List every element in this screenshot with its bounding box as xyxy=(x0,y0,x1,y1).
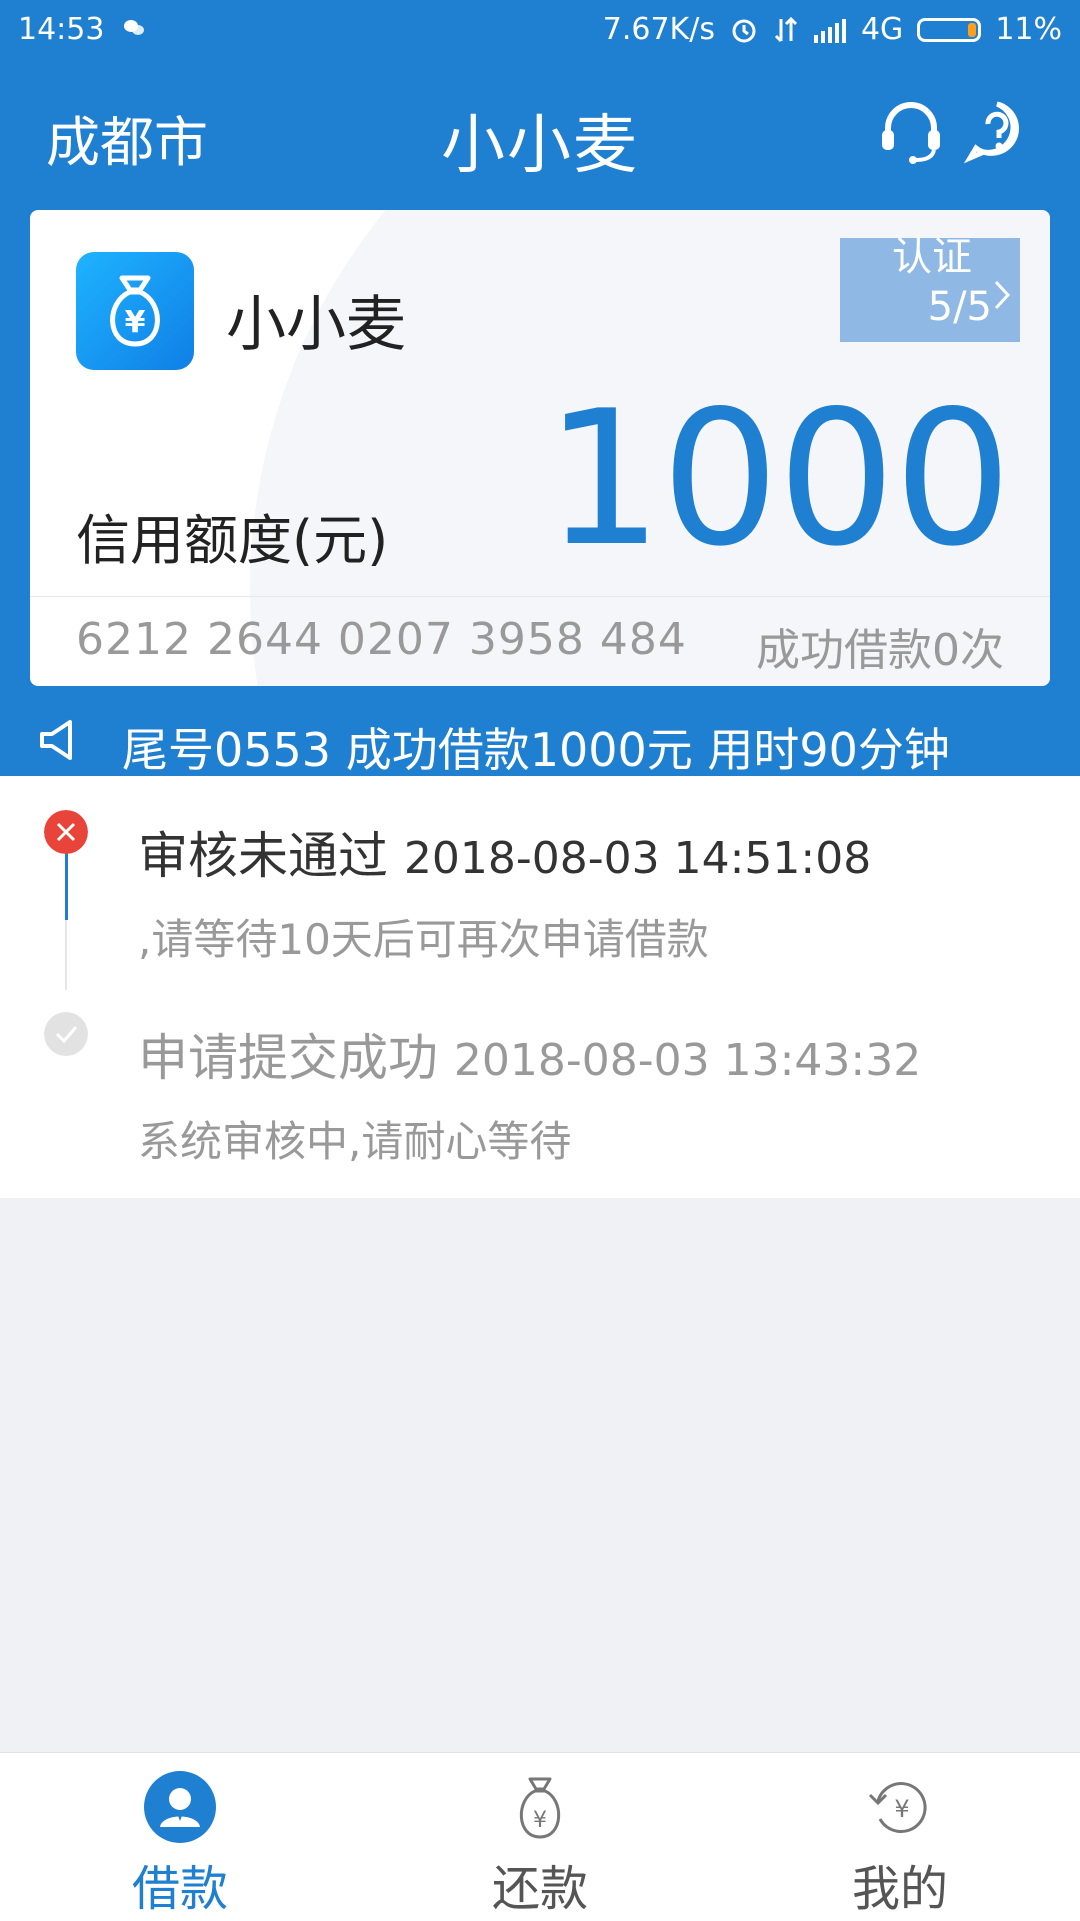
tab-mine[interactable]: ¥ 我的 xyxy=(720,1753,1080,1921)
timeline-title: 申请提交成功 2018-08-03 13:43:32 xyxy=(138,1018,921,1090)
svg-text:¥: ¥ xyxy=(533,1808,547,1833)
refresh-yen-icon: ¥ xyxy=(868,1782,927,1833)
timeline-timestamp: 2018-08-03 13:43:32 xyxy=(453,1035,922,1086)
customer-service-icon[interactable] xyxy=(876,96,946,166)
tab-loan[interactable]: 借款 xyxy=(0,1753,360,1921)
verify-label: 认证 xyxy=(892,238,972,280)
status-time: 14:53 xyxy=(18,12,105,47)
card-divider xyxy=(30,596,1050,597)
success-loan-count: 成功借款0次 xyxy=(756,625,1004,676)
network-type: 4G xyxy=(860,12,904,47)
verify-badge[interactable]: 认证 5/5 xyxy=(840,238,1020,342)
notice-bar: 尾号0553 成功借款1000元 用时90分钟 xyxy=(0,706,1080,777)
credit-limit-label: 信用额度(元) xyxy=(76,509,389,572)
speaker-icon xyxy=(40,720,72,760)
tab-label: 借款 xyxy=(131,1861,228,1917)
timeline-status: 申请提交成功 xyxy=(138,1029,438,1087)
credit-card-panel: ¥ 小小麦 认证 5/5 信用额度(元) 1000 6212 2644 0207… xyxy=(30,210,1050,686)
battery-percent: 11% xyxy=(995,12,1062,47)
check-icon xyxy=(44,1012,88,1056)
user-icon xyxy=(144,1771,216,1843)
svg-text:¥: ¥ xyxy=(894,1795,909,1823)
network-speed: 7.67K/s xyxy=(602,12,715,47)
status-bar: 14:53 7.67K/s 4G 11% xyxy=(0,0,1080,60)
help-icon[interactable] xyxy=(962,96,1032,166)
timeline-desc: ,请等待10天后可再次申请借款 xyxy=(138,915,709,964)
timeline-line-inactive xyxy=(65,920,67,990)
tab-label: 我的 xyxy=(851,1861,948,1917)
data-transfer-icon xyxy=(774,16,798,42)
app-name: 小小麦 xyxy=(226,290,406,360)
verify-count: 5/5 xyxy=(927,284,992,330)
battery-icon xyxy=(917,17,982,42)
nav-bar: 成都市 小小麦 xyxy=(0,70,1080,190)
timeline-desc: 系统审核中,请耐心等待 xyxy=(138,1117,572,1166)
notice-text: 尾号0553 成功借款1000元 用时90分钟 xyxy=(122,723,950,777)
tab-bar: 借款 ¥ 还款 ¥ 我的 xyxy=(0,1752,1080,1921)
timeline-title: 审核未通过 2018-08-03 14:51:08 xyxy=(138,816,871,888)
tab-repay[interactable]: ¥ 还款 xyxy=(360,1753,720,1921)
money-bag-icon: ¥ xyxy=(519,1777,561,1839)
credit-limit-value: 1000 xyxy=(544,370,1012,587)
chevron-right-icon xyxy=(994,280,1011,310)
error-icon xyxy=(44,810,88,854)
signal-icon xyxy=(813,18,846,43)
svg-text:¥: ¥ xyxy=(125,305,146,340)
wechat-icon xyxy=(124,20,144,35)
app-logo: ¥ xyxy=(76,252,194,370)
timeline-timestamp: 2018-08-03 14:51:08 xyxy=(403,833,872,884)
tab-label: 还款 xyxy=(491,1861,588,1917)
alarm-icon xyxy=(732,19,756,42)
money-bag-icon: ¥ xyxy=(110,275,160,347)
timeline-status: 审核未通过 xyxy=(138,827,388,885)
application-timeline: 审核未通过 2018-08-03 14:51:08 ,请等待10天后可再次申请借… xyxy=(0,776,1080,1198)
bank-card-number: 6212 2644 0207 3958 484 xyxy=(76,614,687,665)
